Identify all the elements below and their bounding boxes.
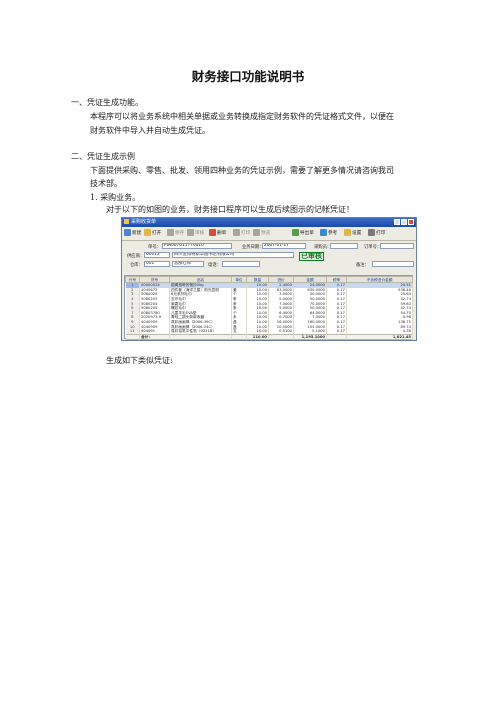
order-no-field[interactable] bbox=[380, 243, 414, 249]
total-cell: 1,195.1000 bbox=[293, 339, 327, 340]
close-icon[interactable] bbox=[408, 219, 414, 225]
section1-body-line2: 财务软件中导入并自动生成凭证。 bbox=[90, 126, 210, 135]
total-cell bbox=[125, 339, 140, 340]
remark-field[interactable] bbox=[372, 261, 414, 267]
item-grid: 行号 货号 品名 单位 数量 进价 金额 税率 不含税进价金额 1 00000024 银阁悠聆的爸抄… bbox=[124, 275, 413, 340]
app-icon bbox=[124, 219, 129, 224]
window-title: 采购收货单 bbox=[131, 219, 157, 225]
page-title: 财务接口功能说明书 bbox=[191, 69, 305, 84]
export-icon bbox=[292, 229, 299, 236]
remark-label: 备注： bbox=[356, 263, 369, 268]
supplier-name-field[interactable]: 四川金博特新华图书店有限公司 bbox=[172, 252, 294, 258]
maximize-icon[interactable] bbox=[401, 219, 407, 225]
warehouse-name-field[interactable]: 总部仓库 bbox=[172, 261, 204, 267]
window-titlebar: 采购收货单 bbox=[122, 218, 416, 227]
save-icon bbox=[167, 229, 174, 236]
section2-heading: 二、凭证生成示例 bbox=[71, 152, 135, 161]
phone-field[interactable] bbox=[222, 261, 260, 267]
reference-icon bbox=[320, 229, 327, 236]
doc-no-field[interactable]: PIN0070117T0010 bbox=[162, 243, 232, 249]
section2-body-line1: 下面提供采购、零售、批发、领用四种业务的凭证示例，需要了解更多情况请咨询我司 bbox=[90, 166, 394, 175]
biz-date-label: 业务日期： bbox=[242, 245, 264, 250]
supplier-label: 供应商： bbox=[127, 254, 145, 259]
receipt-header-form: 单号： PIN0070117T0010 业务日期： 2007-01-17 采购员… bbox=[122, 241, 416, 275]
toolbar: 新建 打开 保存 审核 删单 打印 预览 导出单 参考 设置 打印 bbox=[122, 228, 416, 241]
total-cell bbox=[231, 339, 247, 340]
delete-doc-button[interactable]: 删单 bbox=[209, 229, 226, 239]
open-button[interactable]: 打开 bbox=[144, 229, 161, 239]
biz-date-field[interactable]: 2007-01-17 bbox=[262, 243, 306, 249]
total-cell: 1,021.45 bbox=[346, 339, 413, 340]
minimize-icon[interactable] bbox=[394, 219, 400, 225]
section1-heading: 一、凭证生成功能。 bbox=[71, 98, 143, 107]
approve-button[interactable]: 审核 bbox=[187, 229, 204, 239]
settings-button[interactable]: 设置 bbox=[344, 229, 361, 239]
buyer-label: 采购员： bbox=[314, 245, 332, 250]
after-image-text: 生成如下类似凭证: bbox=[106, 356, 173, 365]
order-no-label: 订单号： bbox=[364, 245, 382, 250]
preview-button[interactable]: 预览 bbox=[253, 229, 270, 239]
settings-icon bbox=[344, 229, 351, 236]
total-row: 合计： 110.00 1,195.1000 1,021.45 bbox=[125, 339, 413, 340]
print-button-disabled[interactable]: 打印 bbox=[233, 229, 250, 239]
delete-icon bbox=[209, 229, 216, 236]
supplier-code-field[interactable]: 00013 bbox=[144, 252, 170, 258]
item1-heading: 1. 采购业务。 bbox=[90, 193, 141, 202]
buyer-field[interactable] bbox=[330, 243, 358, 249]
open-icon bbox=[144, 229, 151, 236]
warehouse-code-field[interactable]: 001 bbox=[144, 261, 170, 267]
save-button[interactable]: 保存 bbox=[167, 229, 184, 239]
export-doc-button[interactable]: 导出单 bbox=[292, 229, 314, 239]
approved-stamp: 已审核 bbox=[299, 252, 324, 261]
total-cell: 合计： bbox=[139, 339, 170, 340]
preview-icon bbox=[253, 229, 260, 236]
total-cell: 110.00 bbox=[246, 339, 269, 340]
print-icon bbox=[368, 229, 375, 236]
approve-icon bbox=[187, 229, 194, 236]
new-icon bbox=[124, 229, 131, 236]
reference-button[interactable]: 参考 bbox=[320, 229, 337, 239]
section2-body-line2: 技术部。 bbox=[90, 179, 122, 188]
new-button[interactable]: 新建 bbox=[124, 229, 141, 239]
section1-body-line1: 本程序可以将业务系统中相关单据或业务转换成指定财务软件的凭证格式文件，以便在 bbox=[90, 112, 394, 121]
print-icon bbox=[233, 229, 240, 236]
total-cell bbox=[326, 339, 347, 340]
phone-label: 电话： bbox=[208, 263, 221, 268]
total-cell bbox=[169, 339, 232, 340]
warehouse-label: 仓库： bbox=[130, 263, 143, 268]
print-button[interactable]: 打印 bbox=[368, 229, 385, 239]
purchase-receipt-window: 采购收货单 新建 打开 保存 审核 删单 打印 预览 导出单 参考 设置 打印 … bbox=[121, 217, 417, 341]
doc-no-label: 单号： bbox=[148, 245, 161, 250]
total-cell bbox=[268, 339, 294, 340]
item1-body: 对于以下的如图的业务，财务接口程序可以生成后续图示的记帐凭证！ bbox=[106, 205, 354, 214]
